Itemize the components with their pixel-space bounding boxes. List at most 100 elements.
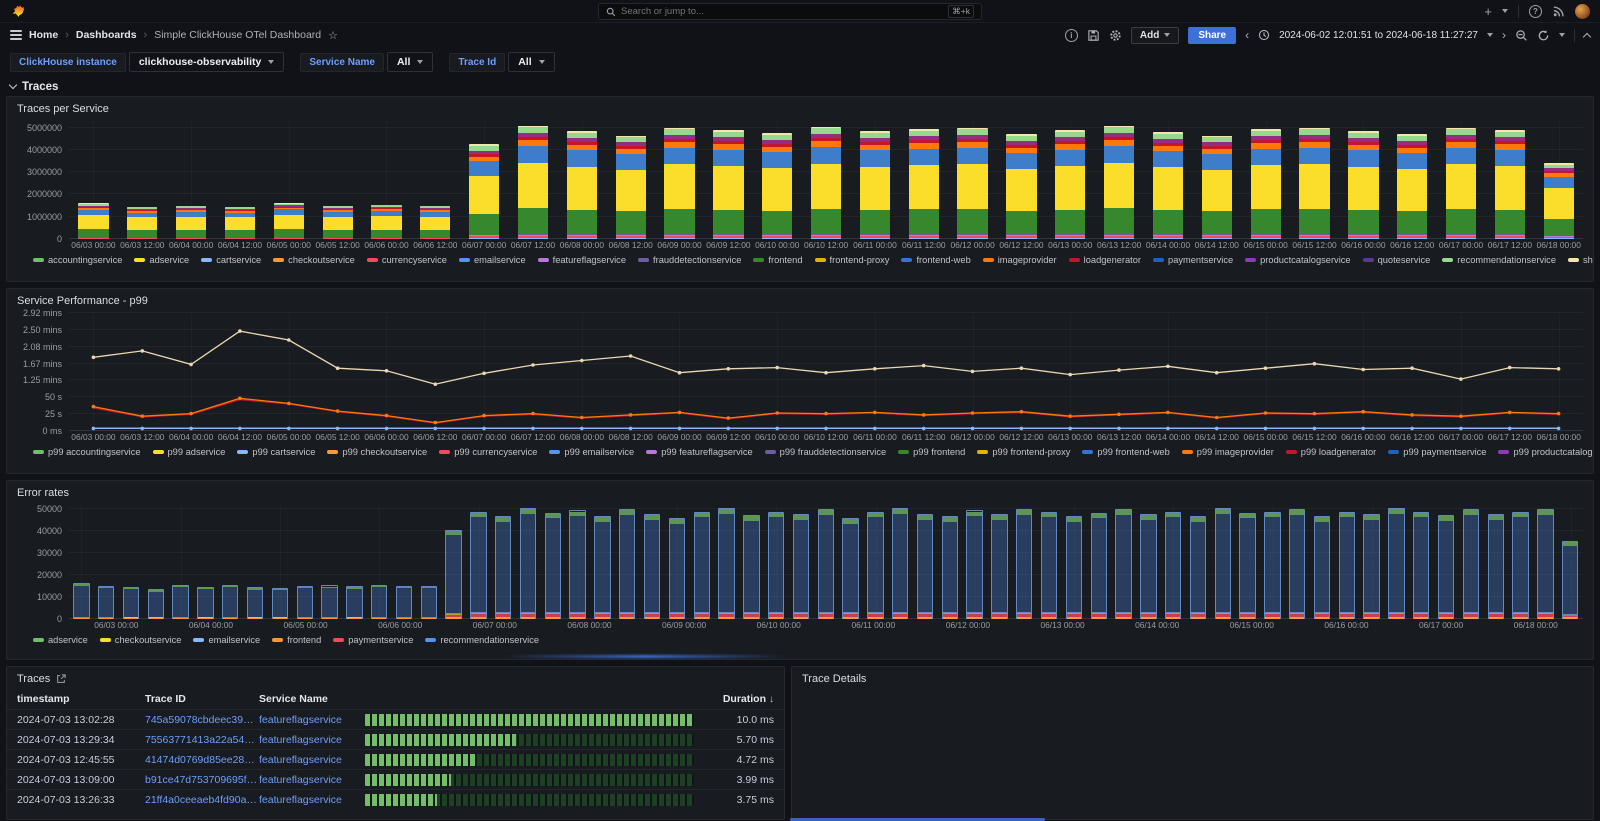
col-timestamp[interactable]: timestamp [17, 693, 145, 705]
new-button[interactable]: + [1484, 5, 1492, 18]
stacked-bar[interactable] [1495, 130, 1525, 239]
bar-slot[interactable] [1161, 505, 1186, 619]
bar-slot[interactable] [1437, 121, 1486, 239]
error-bar[interactable] [321, 585, 337, 619]
error-bar[interactable] [917, 514, 933, 619]
error-bar[interactable] [892, 508, 908, 619]
error-bar[interactable] [470, 512, 486, 619]
legend-item-accountingservice[interactable]: accountingservice [33, 255, 122, 265]
legend-item-p99 featureflagservice[interactable]: p99 featureflagservice [646, 447, 752, 457]
legend-item-adservice[interactable]: adservice [33, 635, 88, 645]
error-bar[interactable] [991, 514, 1007, 619]
legend-item-frontend-web[interactable]: frontend-web [901, 255, 970, 265]
error-bar[interactable] [73, 583, 89, 619]
bar-slot[interactable] [491, 505, 516, 619]
bar-slot[interactable] [1485, 121, 1534, 239]
error-bar[interactable] [222, 585, 238, 619]
bar-slot[interactable] [1062, 505, 1087, 619]
bar-slot[interactable] [665, 505, 690, 619]
legend-item-p99 accountingservice[interactable]: p99 accountingservice [33, 447, 141, 457]
error-bar[interactable] [644, 514, 660, 619]
bar-slot[interactable] [655, 121, 704, 239]
error-bar[interactable] [445, 530, 461, 619]
error-bar[interactable] [842, 518, 858, 619]
cell-service-link[interactable]: featureflagservice [259, 794, 363, 806]
error-bar[interactable] [718, 508, 734, 619]
error-bar[interactable] [818, 509, 834, 619]
bar-slot[interactable] [606, 121, 655, 239]
table-row[interactable]: 2024-07-03 13:02:28745a59078cbdeec39b7..… [7, 709, 784, 729]
error-bar[interactable] [346, 586, 362, 619]
bar-slot[interactable] [362, 121, 411, 239]
bar-slot[interactable] [1290, 121, 1339, 239]
refresh-interval-caret-icon[interactable] [1559, 33, 1565, 37]
error-bar[interactable] [1165, 512, 1181, 619]
bar-slot[interactable] [1483, 505, 1508, 619]
bar-slot[interactable] [838, 505, 863, 619]
legend-item-p99 productcatalogservice[interactable]: p99 productcatalogservice [1498, 447, 1593, 457]
table-row[interactable]: 2024-07-03 13:26:3321ff4a0ceeaeb4fd90af0… [7, 789, 784, 809]
error-bar[interactable] [98, 586, 114, 619]
bar-slot[interactable] [1037, 505, 1062, 619]
bar-slot[interactable] [509, 121, 558, 239]
bar-slot[interactable] [1434, 505, 1459, 619]
legend-item-recommendationservice[interactable]: recommendationservice [1442, 255, 1556, 265]
bar-slot[interactable] [367, 505, 392, 619]
error-bar[interactable] [569, 510, 585, 619]
bar-slot[interactable] [1459, 505, 1484, 619]
legend-item-p99 paymentservice[interactable]: p99 paymentservice [1388, 447, 1486, 457]
bar-slot[interactable] [1260, 505, 1285, 619]
legend-item-p99 cartservice[interactable]: p99 cartservice [237, 447, 315, 457]
legend-item-imageprovider[interactable]: imageprovider [983, 255, 1057, 265]
bar-slot[interactable] [802, 121, 851, 239]
error-bar[interactable] [396, 586, 412, 619]
bar-slot[interactable] [1235, 505, 1260, 619]
stacked-bar-plot[interactable] [69, 121, 1583, 239]
error-bar[interactable] [1363, 514, 1379, 619]
bar-slot[interactable] [69, 505, 94, 619]
bar-slot[interactable] [1508, 505, 1533, 619]
search-input[interactable] [621, 6, 943, 17]
cell-service-link[interactable]: featureflagservice [259, 714, 363, 726]
stacked-bar[interactable] [1153, 132, 1183, 239]
legend-item-adservice[interactable]: adservice [134, 255, 189, 265]
bar-slot[interactable] [168, 505, 193, 619]
bar-slot[interactable] [292, 505, 317, 619]
stacked-bar[interactable] [1006, 134, 1036, 239]
new-caret-icon[interactable] [1502, 9, 1508, 13]
error-bar[interactable] [247, 587, 263, 619]
error-bar[interactable] [1537, 509, 1553, 619]
error-bar[interactable] [545, 513, 561, 619]
stacked-bar[interactable] [1299, 128, 1329, 239]
line-plot[interactable] [69, 313, 1583, 431]
error-bar[interactable] [1388, 508, 1404, 619]
cell-service-link[interactable]: featureflagservice [259, 734, 363, 746]
global-search[interactable]: ⌘+k [598, 3, 982, 20]
table-row[interactable]: 2024-07-03 13:29:3475563771413a22a54618.… [7, 729, 784, 749]
legend-item-p99 frontend-web[interactable]: p99 frontend-web [1082, 447, 1169, 457]
add-button[interactable]: Add [1131, 27, 1179, 44]
time-back-icon[interactable]: ‹ [1245, 28, 1249, 42]
cell-trace-id-link[interactable]: b91ce47d753709695f1d... [145, 774, 259, 786]
bar-slot[interactable] [392, 505, 417, 619]
bar-slot[interactable] [167, 121, 216, 239]
zoom-out-icon[interactable] [1515, 29, 1528, 42]
bar-slot[interactable] [739, 505, 764, 619]
bar-slot[interactable] [1144, 121, 1193, 239]
error-bar[interactable] [1140, 514, 1156, 619]
bar-slot[interactable] [1339, 121, 1388, 239]
panel-title[interactable]: Traces [17, 673, 50, 685]
legend-item-p99 frontend[interactable]: p99 frontend [898, 447, 965, 457]
stacked-bar[interactable] [567, 131, 597, 239]
bar-slot[interactable] [813, 505, 838, 619]
bar-slot[interactable] [590, 505, 615, 619]
bar-slot[interactable] [342, 505, 367, 619]
error-bar[interactable] [1066, 516, 1082, 619]
legend-item-p99 currencyservice[interactable]: p99 currencyservice [439, 447, 537, 457]
settings-gear-icon[interactable] [1109, 29, 1122, 42]
bar-slot[interactable] [1310, 505, 1335, 619]
bar-slot[interactable] [1533, 505, 1558, 619]
bar-slot[interactable] [937, 505, 962, 619]
legend-item-frauddetectionservice[interactable]: frauddetectionservice [638, 255, 741, 265]
bar-slot[interactable] [557, 121, 606, 239]
